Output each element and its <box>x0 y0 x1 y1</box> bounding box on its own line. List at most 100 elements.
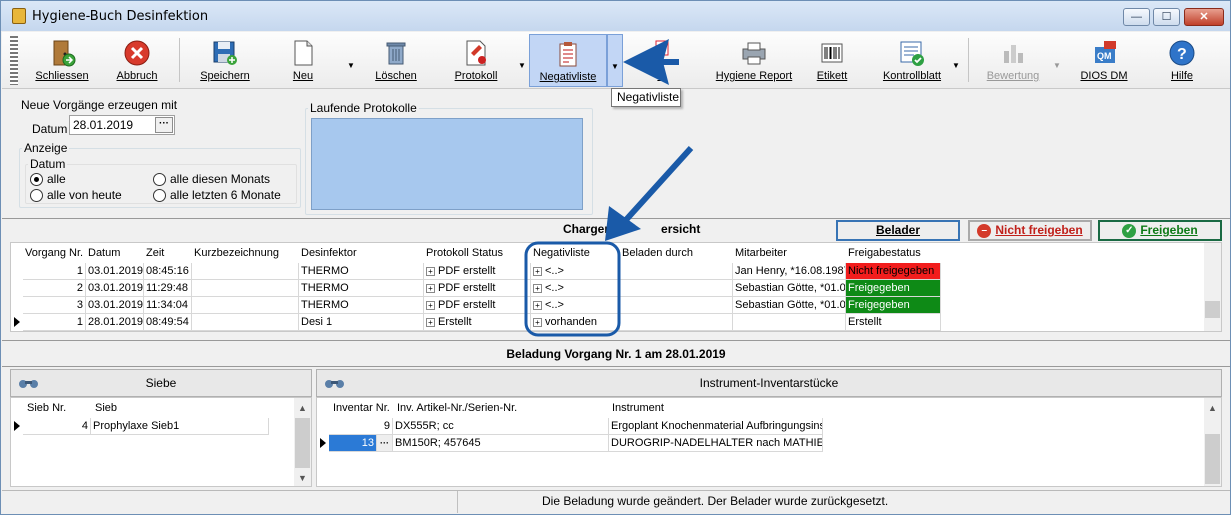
artikel-nr-cell[interactable]: DX555R; cc <box>393 418 609 435</box>
artikel-nr-cell[interactable]: BM150R; 457645 <box>393 435 609 452</box>
table-cell[interactable]: Erstellt <box>846 314 941 331</box>
table-cell[interactable]: Jan Henry, *16.08.1987 <box>733 263 846 280</box>
table-cell[interactable]: Desi 1 <box>299 314 424 331</box>
belader-button[interactable]: Belader <box>836 220 960 241</box>
expand-plus-icon[interactable]: + <box>533 317 542 327</box>
col-kurzbezeichnung[interactable]: Kurzbezeichnung <box>192 245 279 262</box>
table-cell[interactable]: THERMO <box>299 297 424 314</box>
binoculars-icon[interactable] <box>323 377 347 389</box>
col-sieb[interactable]: Sieb <box>93 400 117 417</box>
table-cell[interactable]: 03.01.2019 <box>86 297 144 314</box>
minimize-button[interactable]: — <box>1123 8 1150 26</box>
table-cell[interactable]: + PDF erstellt <box>424 263 531 280</box>
table-cell[interactable] <box>620 280 733 297</box>
table-row[interactable]: 1 03.01.2019 08:45:16 THERMO + PDF erstellt + <… <box>11 263 1221 280</box>
table-cell[interactable]: 11:29:48 <box>144 280 192 297</box>
table-cell[interactable]: + PDF erstellt <box>424 280 531 297</box>
maximize-button[interactable]: ☐ <box>1153 8 1180 26</box>
hilfe-button[interactable]: ? Hilfe <box>1162 34 1202 87</box>
expand-plus-icon[interactable]: + <box>533 300 542 310</box>
table-row[interactable]: 4 Prophylaxe Sieb1 <box>11 418 311 435</box>
col-freigabestatus[interactable]: Freigabestatus <box>846 245 921 262</box>
kontrollblatt-button[interactable]: Kontrollblatt <box>878 34 946 87</box>
table-cell[interactable]: + <..> <box>531 263 620 280</box>
radio-alle-von-heute-dot[interactable] <box>30 188 43 202</box>
col-inventar-nr[interactable]: Inventar Nr. <box>331 400 390 417</box>
radio-diesen-monats[interactable]: alle diesen Monats <box>153 172 270 186</box>
protokoll-button[interactable]: Protokoll <box>442 34 510 87</box>
dios-dm-button[interactable]: QM DIOS DM <box>1074 34 1134 87</box>
instrument-cell[interactable]: Ergoplant Knochenmaterial Aufbringungsin… <box>609 418 823 435</box>
col-protokoll-status[interactable]: Protokoll Status <box>424 245 503 262</box>
expand-plus-icon[interactable]: + <box>426 300 435 310</box>
table-cell[interactable]: 11:34:04 <box>144 297 192 314</box>
table-cell[interactable]: Nicht freigegeben <box>846 263 941 280</box>
table-cell[interactable]: + <..> <box>531 297 620 314</box>
table-cell[interactable]: 03.01.2019 <box>86 280 144 297</box>
inventar-picker-button[interactable]: ··· <box>377 435 393 452</box>
expand-plus-icon[interactable]: + <box>426 283 435 293</box>
table-cell[interactable] <box>192 297 299 314</box>
col-vorgang-nr[interactable]: Vorgang Nr. <box>23 245 83 262</box>
hidden-report-button[interactable]: ... <box>642 34 682 87</box>
table-row[interactable]: 2 03.01.2019 11:29:48 THERMO + PDF erstellt + <… <box>11 280 1221 297</box>
table-cell[interactable]: THERMO <box>299 280 424 297</box>
instrument-cell[interactable]: DUROGRIP-NADELHALTER nach MATHIE <box>609 435 823 452</box>
expand-plus-icon[interactable]: + <box>426 266 435 276</box>
scroll-up-icon[interactable]: ▲ <box>294 400 311 416</box>
scroll-down-icon[interactable]: ▼ <box>294 470 311 486</box>
table-cell[interactable]: Sebastian Götte, *01.07 <box>733 297 846 314</box>
table-cell[interactable]: Freigegeben <box>846 297 941 314</box>
instrumente-scrollbar[interactable]: ▲ <box>1204 398 1221 486</box>
col-sieb-nr[interactable]: Sieb Nr. <box>25 400 66 417</box>
radio-alle[interactable]: alle <box>30 172 66 186</box>
radio-letzte-6-monate-dot[interactable] <box>153 188 166 202</box>
date-picker-button[interactable]: ··· <box>155 117 173 133</box>
col-negativliste[interactable]: Negativliste <box>531 245 590 262</box>
table-cell[interactable] <box>620 314 733 331</box>
schliessen-button[interactable]: Schliessen <box>32 34 92 87</box>
negativliste-button[interactable]: Negativliste <box>529 34 607 87</box>
col-zeit[interactable]: Zeit <box>144 245 164 262</box>
table-cell[interactable]: Freigegeben <box>846 280 941 297</box>
siebe-scroll-thumb[interactable] <box>295 418 310 468</box>
hygiene-report-button[interactable]: Hygiene Report <box>714 34 794 87</box>
siebe-scrollbar[interactable]: ▲ ▼ <box>294 398 311 486</box>
table-cell[interactable] <box>192 314 299 331</box>
sieb-nr-cell[interactable]: 4 <box>23 418 91 435</box>
radio-alle-dot[interactable] <box>30 172 43 186</box>
col-artikel-nr[interactable]: Inv. Artikel-Nr./Serien-Nr. <box>395 400 517 417</box>
table-cell[interactable] <box>733 314 846 331</box>
negativliste-dropdown-arrow[interactable]: ▼ <box>607 34 623 87</box>
sieb-name-cell[interactable]: Prophylaxe Sieb1 <box>91 418 269 435</box>
table-cell[interactable]: + PDF erstellt <box>424 297 531 314</box>
col-datum[interactable]: Datum <box>86 245 120 262</box>
loeschen-button[interactable]: Löschen <box>367 34 425 87</box>
kontrollblatt-dropdown-arrow[interactable]: ▼ <box>948 34 964 87</box>
protokoll-dropdown-arrow[interactable]: ▼ <box>514 34 530 87</box>
inventar-nr-input[interactable]: 13 <box>329 435 377 452</box>
table-cell[interactable]: 1 <box>23 263 86 280</box>
table-cell[interactable]: 3 <box>23 297 86 314</box>
toolbar-grip[interactable] <box>10 36 18 85</box>
table-row[interactable]: 13 ··· BM150R; 457645 DUROGRIP-NADELHALT… <box>317 435 1221 452</box>
inventar-nr-cell[interactable]: 9 <box>329 418 393 435</box>
table-cell[interactable]: 08:49:54 <box>144 314 192 331</box>
neu-button[interactable]: Neu <box>274 34 332 87</box>
table-cell[interactable]: 08:45:16 <box>144 263 192 280</box>
instrumente-scroll-thumb[interactable] <box>1205 434 1220 484</box>
table-cell[interactable] <box>192 263 299 280</box>
nicht-freigeben-button[interactable]: – Nicht freigeben <box>968 220 1092 241</box>
col-mitarbeiter[interactable]: Mitarbeiter <box>733 245 787 262</box>
table-cell[interactable]: 2 <box>23 280 86 297</box>
neu-dropdown-arrow[interactable]: ▼ <box>343 34 359 87</box>
vorgaenge-scrollbar[interactable] <box>1204 243 1221 331</box>
table-cell[interactable]: + <..> <box>531 280 620 297</box>
table-cell[interactable] <box>620 297 733 314</box>
abbruch-button[interactable]: Abbruch <box>107 34 167 87</box>
etikett-button[interactable]: Etikett <box>807 34 857 87</box>
table-cell[interactable]: + Erstellt <box>424 314 531 331</box>
datum-input[interactable]: 28.01.2019 ··· <box>69 115 175 135</box>
table-cell[interactable]: + vorhanden <box>531 314 620 331</box>
table-cell[interactable]: 1 <box>23 314 86 331</box>
